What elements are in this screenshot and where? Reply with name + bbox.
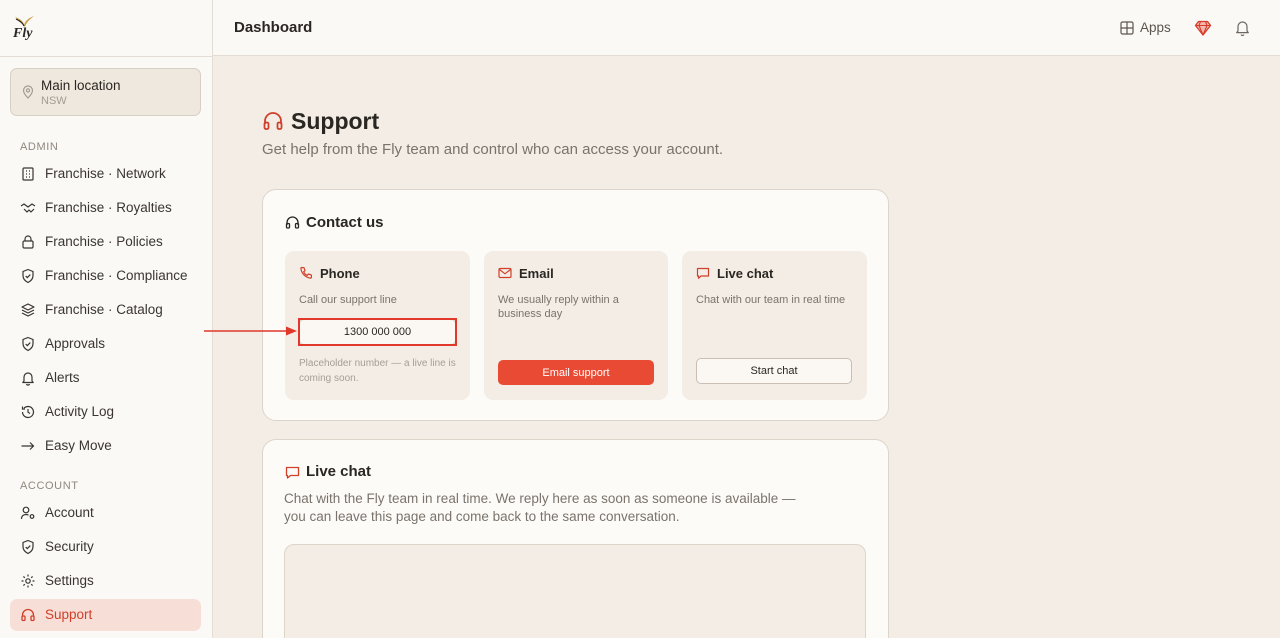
sidebar-item-alerts[interactable]: Alerts: [10, 362, 201, 394]
livechat-desc: Chat with our team in real time: [696, 294, 846, 306]
message-square-icon: [696, 267, 710, 279]
sidebar-item-security[interactable]: Security: [10, 531, 201, 563]
history-icon: [21, 405, 35, 419]
phone-note: Placeholder number — a live line is comi…: [299, 358, 456, 384]
sidebar-item-activity-log[interactable]: Activity Log: [10, 396, 201, 428]
location-region: NSW: [41, 95, 67, 107]
sidebar-item-label: Franchise · Policies: [45, 234, 163, 249]
phone-icon: [300, 266, 313, 279]
shield-check-icon: [22, 336, 34, 352]
section-label-admin: ADMIN: [20, 141, 59, 153]
header-title: Dashboard: [234, 19, 313, 36]
sidebar-item-approvals[interactable]: Approvals: [10, 328, 201, 360]
email-title: Email: [519, 266, 554, 281]
headset-icon: [263, 112, 283, 130]
sidebar-item-label: Franchise · Catalog: [45, 302, 163, 317]
top-header: Dashboard Apps: [213, 0, 1280, 56]
annotation-arrow-icon: [204, 326, 297, 336]
chat-conversation-area[interactable]: [284, 544, 866, 638]
location-name: Main location: [41, 78, 121, 93]
sidebar-item-label: Franchise · Compliance: [45, 268, 188, 283]
sidebar-item-label: Account: [45, 505, 94, 520]
bell-icon: [22, 372, 34, 386]
building-icon: [22, 167, 34, 181]
livechat-card-desc: Chat with the Fly team in real time. We …: [284, 491, 796, 524]
sidebar-item-label: Approvals: [45, 336, 106, 351]
map-pin-icon: [22, 85, 34, 99]
contact-card-title: Contact us: [306, 214, 384, 231]
shield-check-icon: [22, 268, 34, 284]
apps-label: Apps: [1140, 20, 1171, 35]
phone-title: Phone: [320, 266, 360, 281]
headset-icon: [285, 216, 300, 229]
sidebar-item-label: Franchise · Network: [45, 166, 166, 181]
sidebar-item-label: Alerts: [45, 370, 80, 385]
bell-icon[interactable]: [1234, 19, 1251, 37]
sidebar-item-franchise-compliance[interactable]: Franchise · Compliance: [10, 260, 201, 292]
section-label-account: ACCOUNT: [20, 480, 79, 492]
page-title: Support: [291, 108, 380, 134]
sidebar-item-label: Security: [45, 539, 94, 554]
sidebar-item-label: Activity Log: [45, 404, 115, 419]
user-cog-icon: [20, 506, 35, 520]
gem-icon[interactable]: [1194, 19, 1212, 37]
lock-icon: [22, 235, 34, 249]
livechat-card: Live chat Chat with the Fly team in real…: [262, 439, 889, 638]
grid-icon: [1120, 21, 1134, 35]
sidebar-item-franchise-network[interactable]: Franchise · Network: [10, 158, 201, 190]
sidebar-item-easy-move[interactable]: Easy Move: [10, 430, 201, 462]
sidebar-item-account[interactable]: Account: [10, 497, 201, 529]
location-selector[interactable]: Main location NSW: [10, 68, 201, 116]
page-subtitle: Get help from the Fly team and control w…: [262, 141, 724, 158]
email-desc: We usually reply within a business day: [498, 294, 619, 320]
handshake-icon: [20, 203, 36, 213]
livechat-card-title: Live chat: [306, 463, 372, 480]
phone-desc: Call our support line: [299, 294, 397, 306]
livechat-title: Live chat: [717, 266, 774, 281]
livechat-tile: Live chat Chat with our team in real tim…: [682, 251, 867, 400]
sidebar-item-franchise-policies[interactable]: Franchise · Policies: [10, 226, 201, 258]
logo-text: Fly: [13, 26, 33, 41]
sidebar-item-support[interactable]: Support: [10, 599, 201, 631]
email-support-button[interactable]: Email support: [498, 360, 654, 385]
mail-icon: [498, 267, 512, 279]
sidebar-item-settings[interactable]: Settings: [10, 565, 201, 597]
sidebar-item-franchise-catalog[interactable]: Franchise · Catalog: [10, 294, 201, 326]
sidebar-item-label: Settings: [45, 573, 94, 588]
start-chat-button[interactable]: Start chat: [696, 358, 852, 384]
sidebar-item-label: Franchise · Royalties: [45, 200, 172, 215]
apps-button[interactable]: Apps: [1120, 18, 1174, 38]
headset-icon: [21, 608, 35, 622]
contact-card: Contact us Phone Call our support line 1…: [262, 189, 889, 421]
arrow-right-icon: [21, 442, 35, 450]
sidebar-item-label: Easy Move: [45, 438, 112, 453]
divider: [0, 56, 213, 57]
layers-icon: [21, 303, 35, 317]
sidebar: Fly Main location NSW ADMIN Franchise · …: [0, 0, 213, 638]
sidebar-item-label: Support: [45, 607, 93, 622]
shield-check-icon: [22, 539, 34, 555]
gear-icon: [21, 574, 35, 588]
phone-number-highlight: [298, 318, 457, 346]
email-tile: Email We usually reply within a business…: [484, 251, 668, 400]
message-square-icon: [285, 466, 300, 479]
sidebar-item-franchise-royalties[interactable]: Franchise · Royalties: [10, 192, 201, 224]
